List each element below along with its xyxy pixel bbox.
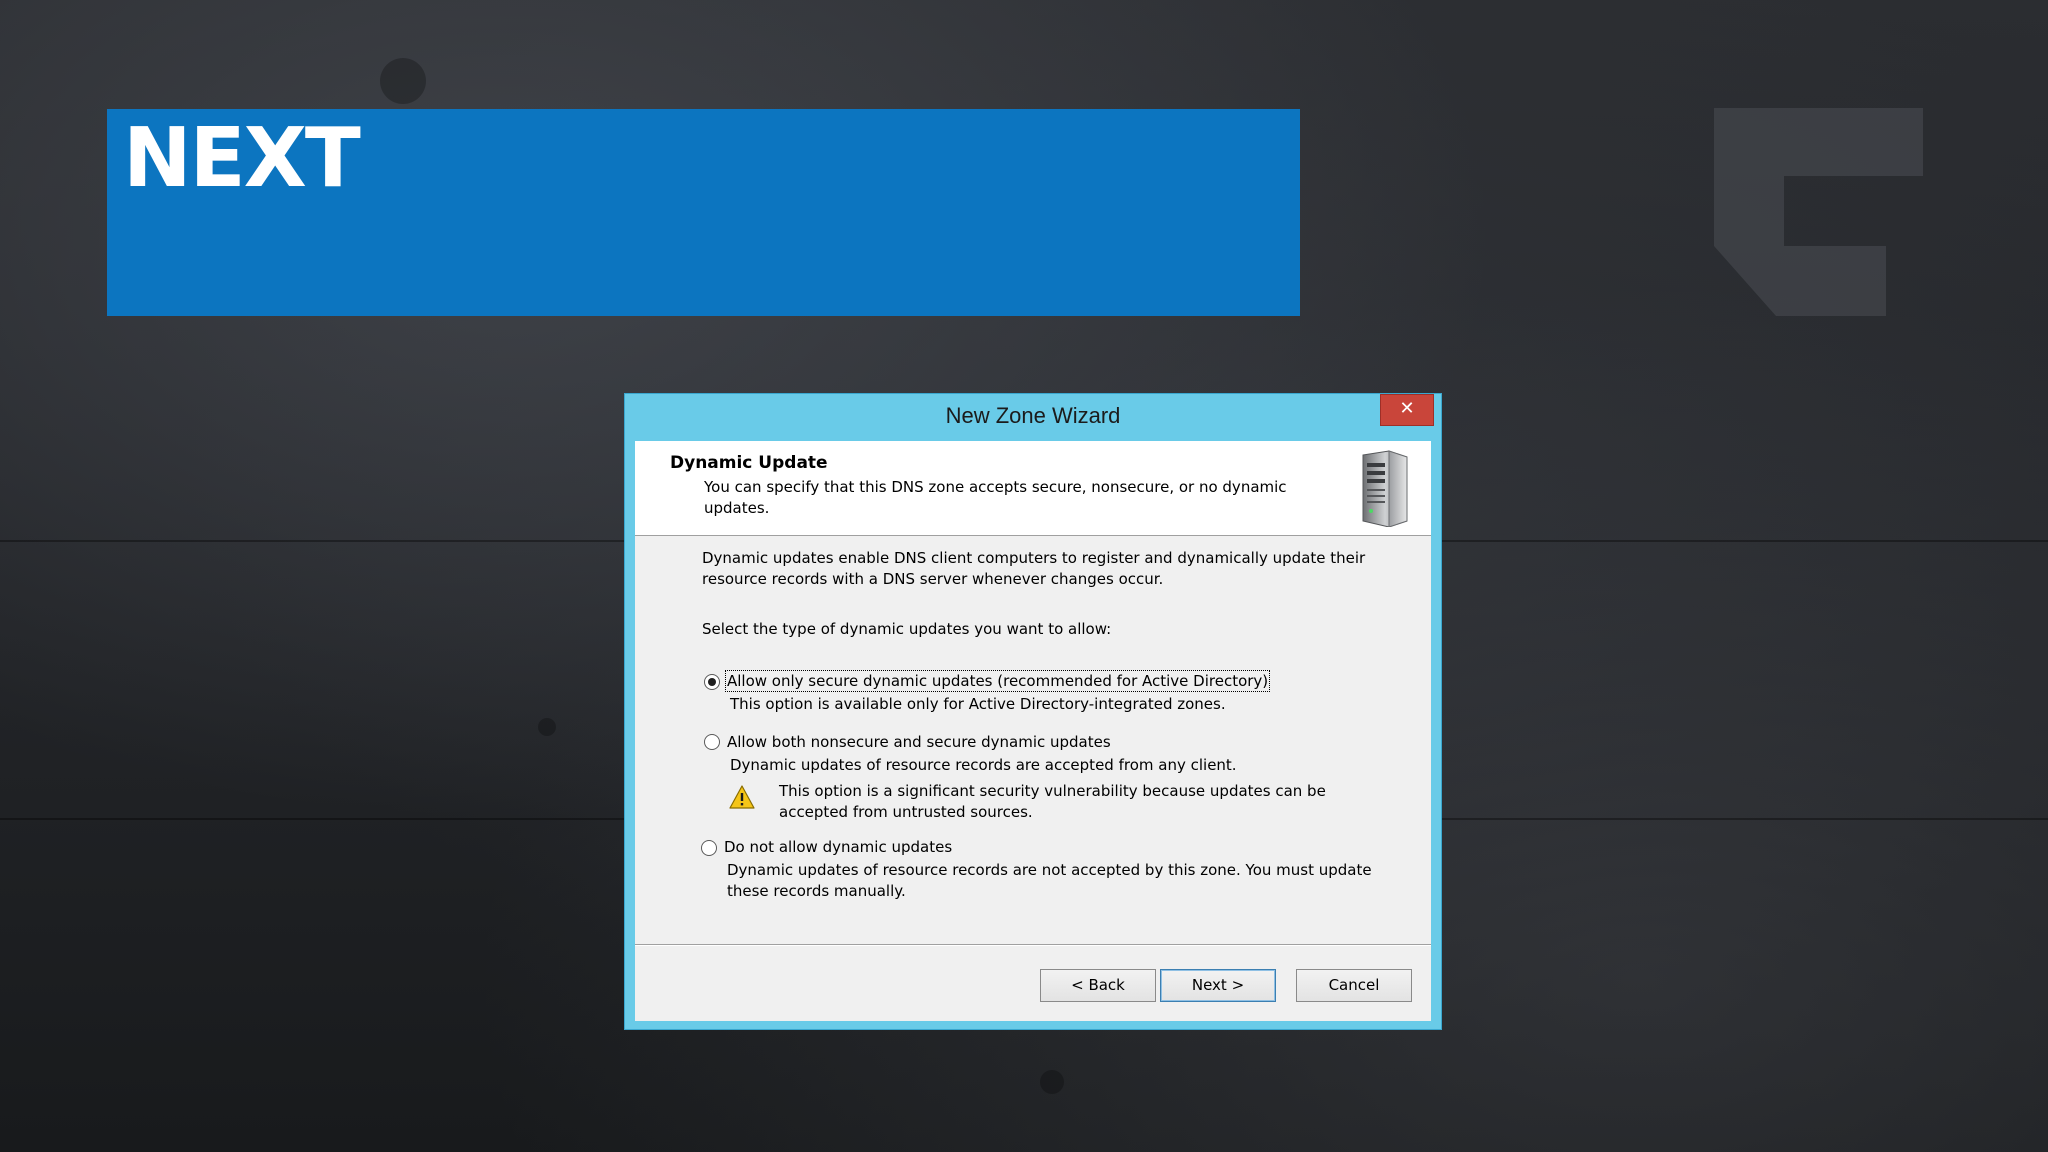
server-icon [1362,450,1408,527]
slide-title-banner: NEXT [107,109,1300,316]
wizard-step-title: Dynamic Update [670,453,828,473]
back-button[interactable]: < Back [1040,969,1156,1002]
wizard-client-area: Dynamic Update You can specify that this… [635,441,1431,1021]
wizard-step-description: You can specify that this DNS zone accep… [704,478,1287,517]
wizard-header: Dynamic Update You can specify that this… [635,441,1431,536]
option-secure-only-description: This option is available only for Active… [730,695,1226,713]
footer-separator [635,944,1431,946]
radio-secure-only[interactable] [704,674,720,690]
new-zone-wizard-window: New Zone Wizard ✕ Dynamic Update You can… [624,393,1442,1030]
next-button[interactable]: Next > [1160,969,1276,1002]
option-nonsecure-and-secure-label[interactable]: Allow both nonsecure and secure dynamic … [727,733,1111,751]
radio-no-dynamic-updates[interactable] [701,840,717,856]
window-title: New Zone Wizard [945,403,1121,428]
logo-icon [1714,108,1923,316]
slide-title: NEXT [123,111,361,206]
warning-icon [729,785,755,809]
background-spot [1040,1070,1064,1094]
close-icon: ✕ [1399,398,1415,419]
window-titlebar[interactable]: New Zone Wizard [625,394,1441,441]
background-spot [538,718,556,736]
option-no-dynamic-updates-label[interactable]: Do not allow dynamic updates [724,838,952,856]
cancel-button[interactable]: Cancel [1296,969,1412,1002]
intro-text: Dynamic updates enable DNS client comput… [702,549,1366,588]
close-button[interactable]: ✕ [1380,394,1434,426]
option-nonsecure-and-secure-description: Dynamic updates of resource records are … [730,756,1237,774]
prompt-text: Select the type of dynamic updates you w… [702,620,1112,638]
security-warning-text: This option is a significant security vu… [779,782,1326,821]
background-spot [380,58,426,104]
option-no-dynamic-updates-description: Dynamic updates of resource records are … [727,861,1372,900]
option-secure-only-label[interactable]: Allow only secure dynamic updates (recom… [724,670,1271,692]
radio-nonsecure-and-secure[interactable] [704,734,720,750]
